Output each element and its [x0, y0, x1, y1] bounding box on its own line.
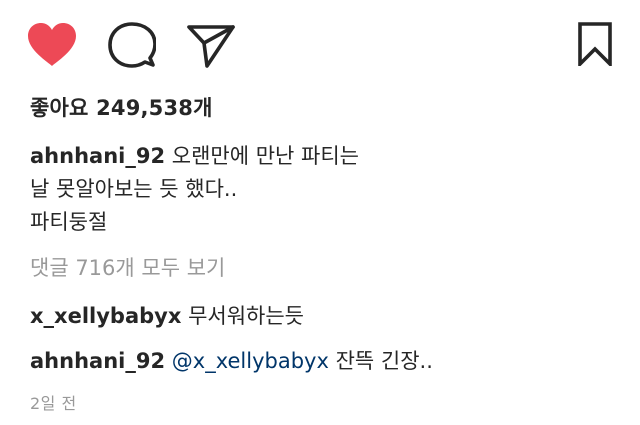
caption-text: 오랜만에 만난 파티는 — [171, 144, 359, 168]
caption-line: 날 못알아보는 듯 했다.. — [30, 177, 238, 201]
caption-line: ahnhani_92 오랜만에 만난 파티는 — [30, 140, 610, 173]
caption-username[interactable]: ahnhani_92 — [30, 144, 165, 168]
post-timestamp: 2일 전 — [30, 394, 77, 413]
comment-text: 무서워하는듯 — [188, 304, 304, 328]
comment-item: x_xellybabyx 무서워하는듯 — [30, 300, 304, 330]
view-all-comments-link[interactable]: 댓글 716개 모두 보기 — [30, 252, 225, 282]
comment-mention[interactable]: @x_xellybabyx — [172, 349, 329, 373]
paper-plane-icon[interactable] — [186, 22, 236, 68]
likes-count[interactable]: 좋아요 249,538개 — [30, 92, 213, 122]
bookmark-icon[interactable] — [577, 22, 613, 66]
heart-icon[interactable] — [26, 22, 78, 68]
comment-icon[interactable] — [108, 22, 156, 68]
comment-text: 잔뜩 긴장.. — [335, 349, 433, 373]
comment-username[interactable]: ahnhani_92 — [30, 349, 165, 373]
post-caption: ahnhani_92 오랜만에 만난 파티는 날 못알아보는 듯 했다.. 파티… — [30, 140, 610, 239]
comment-username[interactable]: x_xellybabyx — [30, 304, 181, 328]
comment-item: ahnhani_92 @x_xellybabyx 잔뜩 긴장.. — [30, 345, 433, 375]
post-action-bar — [0, 0, 640, 90]
caption-line: 파티둥절 — [30, 210, 108, 234]
